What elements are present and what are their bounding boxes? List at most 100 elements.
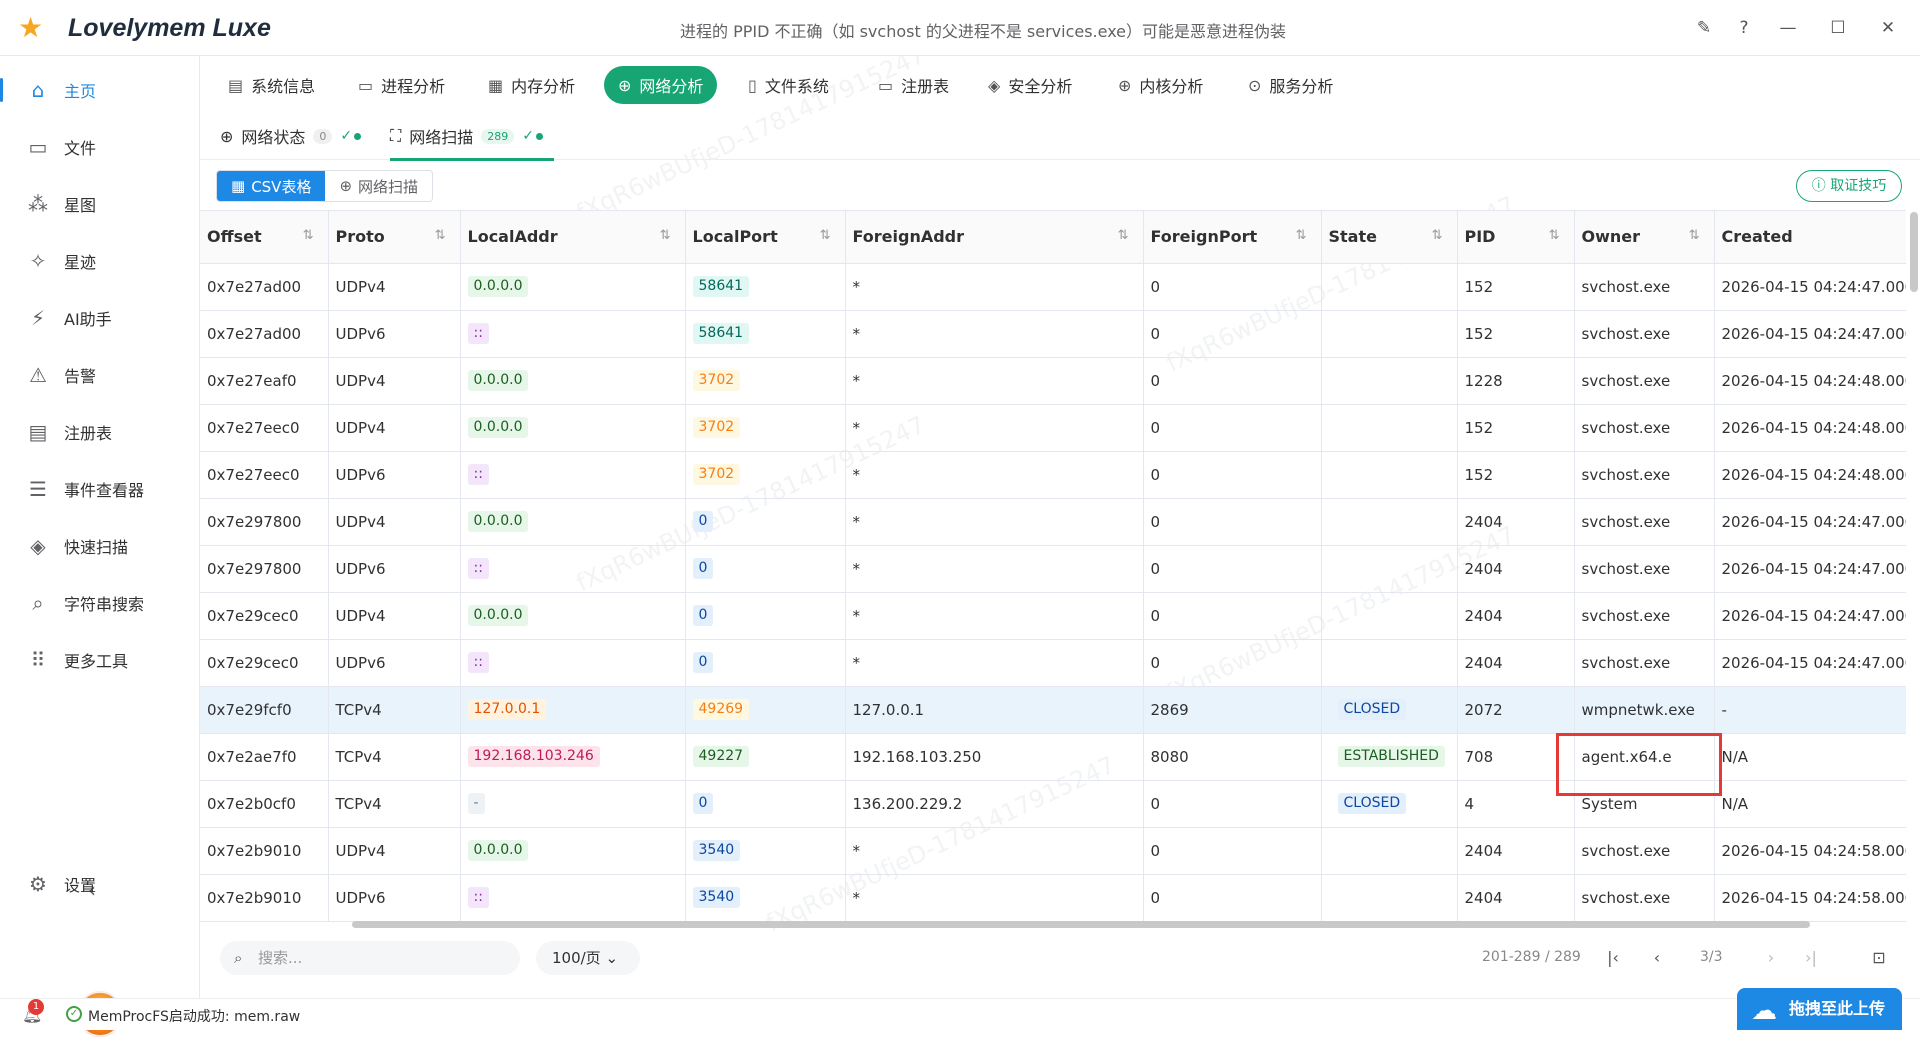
column-settings-icon[interactable]: ⊡ xyxy=(1864,943,1894,973)
tab-memory-analysis[interactable]: ▦ 内存分析 xyxy=(474,66,589,104)
sort-icon[interactable]: ⇅ xyxy=(1432,228,1443,243)
table-row[interactable]: 0x7e2b9010 UDPv4 0.0.0.0 3540 * 0 2404 svchost.… xyxy=(200,827,1906,875)
close-icon[interactable]: ✕ xyxy=(1874,14,1902,42)
value-tag: 3540 xyxy=(692,887,741,908)
table-cell: 3540 xyxy=(685,874,846,922)
sidebar-item-quick-scan[interactable]: ◈ 快速扫描 xyxy=(0,524,200,568)
cell-text: UDPv4 xyxy=(335,841,386,860)
column-header[interactable]: LocalPort ⇅ xyxy=(685,211,846,264)
table-row[interactable]: 0x7e297800 UDPv4 0.0.0.0 0 * 0 2404 svchost.exe… xyxy=(200,498,1906,546)
sort-icon[interactable]: ⇅ xyxy=(435,228,446,243)
column-header[interactable]: State ⇅ xyxy=(1321,211,1458,264)
sidebar-item-events[interactable]: ☰ 事件查看器 xyxy=(0,467,200,511)
table-cell: svchost.exe xyxy=(1574,451,1715,499)
cell-text: 0x7e27ad00 xyxy=(207,277,302,296)
horizontal-scrollbar[interactable] xyxy=(352,921,1810,928)
table-row[interactable]: 0x7e27eec0 UDPv4 0.0.0.0 3702 * 0 152 svchost.e… xyxy=(200,404,1906,452)
edit-icon[interactable]: ✎ xyxy=(1690,14,1718,42)
next-page-icon[interactable]: › xyxy=(1756,943,1786,973)
column-header[interactable]: Created xyxy=(1714,211,1906,264)
tab-network-analysis[interactable]: ⊕ 网络分析 xyxy=(604,66,718,104)
sidebar-item-settings[interactable]: ⚙ 设置 xyxy=(0,862,200,906)
check-icon: ✓ xyxy=(522,128,543,144)
search-input[interactable]: ⌕ 搜索... xyxy=(220,941,520,975)
main-tabs: ▤ 系统信息 ▭ 进程分析 ▦ 内存分析 ⊕ 网络分析 ▯ 文件系统 ▭ 注册表 ◈ 安全分析… xyxy=(200,56,1920,112)
sidebar-item-graph[interactable]: ⁂ 星图 xyxy=(0,182,200,226)
sort-icon[interactable]: ⇅ xyxy=(660,228,671,243)
table-row[interactable]: 0x7e2b9010 UDPv6:: 3540 * 0 2404 svchost.exe 20… xyxy=(200,874,1906,922)
help-icon[interactable]: ? xyxy=(1730,14,1758,42)
tab-registry[interactable]: ▭ 注册表 xyxy=(864,66,963,104)
magic-wand-icon: ⚡ xyxy=(30,306,46,330)
table-cell: 0x7e2ae7f0 xyxy=(200,733,329,781)
table-row[interactable]: 0x7e27eaf0 UDPv4 0.0.0.0 3702 * 0 1228 svchost.… xyxy=(200,357,1907,405)
cell-text: svchost.exe xyxy=(1581,277,1671,296)
table-cell: 2404 xyxy=(1457,592,1575,640)
sidebar-item-string-search[interactable]: ⌕ 字符串搜索 xyxy=(0,581,200,625)
gear-icon: ⚙ xyxy=(29,872,47,896)
tab-security-analysis[interactable]: ◈ 安全分析 xyxy=(974,66,1086,104)
table-row[interactable]: 0x7e29fcf0 TCPv4 127.0.0.1 49269 127.0.0.1 28… xyxy=(200,686,1906,734)
value-tag: :: xyxy=(467,323,489,344)
column-header[interactable]: ForeignPort ⇅ xyxy=(1143,211,1322,264)
column-header[interactable]: Offset ⇅ xyxy=(200,211,329,264)
sidebar-item-trail[interactable]: ✧ 星迹 xyxy=(0,239,200,283)
sidebar-item-ai[interactable]: ⚡ AI助手 xyxy=(0,296,200,340)
table-cell: 0x7e27eec0 xyxy=(200,404,329,452)
sidebar-item-more-tools[interactable]: ⠿ 更多工具 xyxy=(0,638,200,682)
csv-table-button[interactable]: ▦ CSV表格 xyxy=(217,171,326,201)
tab-process-analysis[interactable]: ▭ 进程分析 xyxy=(344,66,459,104)
tab-service-analysis[interactable]: ⊙ 服务分析 xyxy=(1234,66,1347,104)
value-tag: 49269 xyxy=(692,699,750,720)
vertical-scrollbar[interactable] xyxy=(1910,212,1918,292)
sidebar-item-alerts[interactable]: ⚠ 告警 xyxy=(0,353,200,397)
subtab-network-status[interactable]: ⊕ 网络状态 0 ✓ xyxy=(220,124,361,148)
column-header[interactable]: Owner ⇅ xyxy=(1574,211,1715,264)
cell-text: 0 xyxy=(1150,277,1161,296)
column-header[interactable]: LocalAddr ⇅ xyxy=(460,211,686,264)
first-page-icon[interactable]: |‹ xyxy=(1598,943,1628,973)
subtab-network-scan[interactable]: ⛶ 网络扫描 289 ✓ xyxy=(390,124,543,148)
network-scan-button[interactable]: ⊕ 网络扫描 xyxy=(325,171,433,201)
cell-text: * xyxy=(852,653,861,672)
sidebar-item-home[interactable]: ⌂ 主页 xyxy=(0,68,200,112)
tab-kernel-analysis[interactable]: ⊕ 内核分析 xyxy=(1104,66,1217,104)
count-badge: 289 xyxy=(481,128,515,144)
table-row[interactable]: 0x7e27ad00 UDPv4 0.0.0.0 58641 * 0 152 svchost.… xyxy=(200,263,1906,311)
sort-icon[interactable]: ⇅ xyxy=(1296,228,1307,243)
table-row[interactable]: 0x7e297800 UDPv6:: 0 * 0 2404 svchost.exe 2026-… xyxy=(200,545,1906,593)
upload-dropzone[interactable]: ☁ 拖拽至此上传 xyxy=(1737,988,1902,1030)
table-row[interactable]: 0x7e27ad00 UDPv6:: 58641 * 0 152 svchost.exe 20… xyxy=(200,310,1907,358)
table-row[interactable]: 0x7e29cec0 UDPv6:: 0 * 0 2404 svchost.exe 2026-… xyxy=(200,639,1906,687)
value-tag: 0.0.0.0 xyxy=(467,840,529,861)
forensics-tips-button[interactable]: ⓘ 取证技巧 xyxy=(1796,170,1902,202)
tab-file-system[interactable]: ▯ 文件系统 xyxy=(734,66,843,104)
minimize-icon[interactable]: — xyxy=(1774,14,1802,42)
sidebar-item-files[interactable]: ▭ 文件 xyxy=(0,125,200,169)
sidebar-item-registry[interactable]: ▤ 注册表 xyxy=(0,410,200,454)
table-row[interactable]: 0x7e29cec0 UDPv4 0.0.0.0 0 * 0 2404 svchost.exe… xyxy=(200,592,1906,640)
tab-system-info[interactable]: ▤ 系统信息 xyxy=(214,66,329,104)
table-cell: UDPv6 xyxy=(328,639,461,687)
prev-page-icon[interactable]: ‹ xyxy=(1642,943,1672,973)
sort-icon[interactable]: ⇅ xyxy=(1689,228,1700,243)
cell-text: 2026-04-15 04:24:47.0000 xyxy=(1721,324,1907,343)
maximize-icon[interactable]: ☐ xyxy=(1824,14,1852,42)
column-header[interactable]: Proto ⇅ xyxy=(328,211,461,264)
sort-icon[interactable]: ⇅ xyxy=(1118,228,1129,243)
table-row[interactable]: 0x7e27eec0 UDPv6:: 3702 * 0 152 svchost.exe 202… xyxy=(200,451,1906,499)
table-cell: 0x7e29cec0 xyxy=(200,639,329,687)
table-cell: - xyxy=(460,780,686,828)
sidebar-item-label: 设置 xyxy=(64,876,97,895)
column-header[interactable]: ForeignAddr ⇅ xyxy=(845,211,1144,264)
page-size-select[interactable]: 100/页 ⌄ xyxy=(536,941,640,975)
globe-icon: ⊕ xyxy=(618,75,632,95)
sort-icon[interactable]: ⇅ xyxy=(1549,228,1560,243)
value-tag: 3540 xyxy=(692,840,741,861)
sort-icon[interactable]: ⇅ xyxy=(820,228,831,243)
sort-icon[interactable]: ⇅ xyxy=(303,228,314,243)
last-page-icon[interactable]: ›| xyxy=(1796,943,1826,973)
cell-text: 2026-04-15 04:24:48.0000 xyxy=(1721,371,1907,390)
column-header[interactable]: PID ⇅ xyxy=(1457,211,1575,264)
table-cell: svchost.exe xyxy=(1574,827,1715,875)
